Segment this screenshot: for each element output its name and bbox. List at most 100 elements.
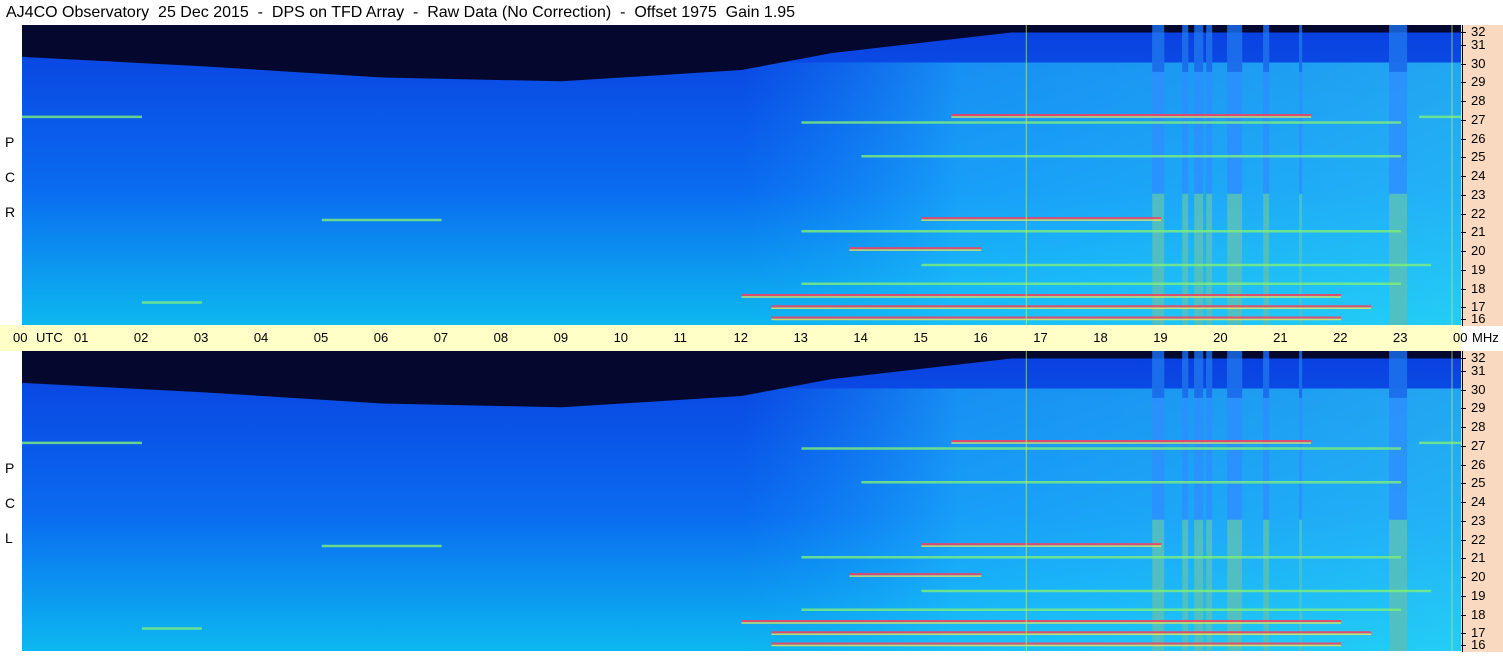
channel-label-char: C xyxy=(5,495,16,511)
frequency-tick-mark xyxy=(1461,633,1466,635)
utc-tick-label: 03 xyxy=(193,330,209,345)
frequency-tick-label: 19 xyxy=(1461,589,1485,602)
bright-column-top xyxy=(1299,25,1303,72)
frequency-tick-mark xyxy=(1461,595,1466,597)
frequency-tick-mark xyxy=(1461,82,1466,84)
utc-tick-label: 19 xyxy=(1153,330,1168,345)
bright-column-top xyxy=(1182,351,1189,398)
frequency-tick-label: 28 xyxy=(1461,420,1485,433)
frequency-tick-label: 23 xyxy=(1461,514,1485,527)
utc-tick-label: 04 xyxy=(253,330,269,345)
utc-tick-label: 07 xyxy=(433,330,449,345)
channel-label-char: P xyxy=(5,460,15,476)
frequency-tick-mark xyxy=(1461,44,1466,46)
frequency-tick-label: 22 xyxy=(1461,533,1485,546)
frequency-tick-mark xyxy=(1461,502,1466,504)
frequency-tick-label: 28 xyxy=(1461,94,1485,107)
utc-tick-label: 14 xyxy=(853,330,868,345)
frequency-tick-mark xyxy=(1461,32,1466,34)
bright-column-top xyxy=(1227,351,1243,398)
utc-tick-label: 17 xyxy=(1033,330,1048,345)
utc-tick-label: 13 xyxy=(793,330,808,345)
bright-column-top xyxy=(1299,351,1303,398)
utc-tick-label: 12 xyxy=(733,330,748,345)
utc-tick-label: 06 xyxy=(373,330,389,345)
frequency-tick-mark xyxy=(1461,558,1466,560)
utc-tick-label: 09 xyxy=(553,330,569,345)
frequency-tick-mark xyxy=(1461,319,1466,321)
frequency-tick-label: 27 xyxy=(1461,113,1485,126)
frequency-tick-label: 20 xyxy=(1461,244,1485,257)
frequency-tick-label: 19 xyxy=(1461,263,1485,276)
frequency-tick-mark xyxy=(1461,138,1466,140)
frequency-tick-label: 18 xyxy=(1461,608,1485,621)
utc-tick-label: 10 xyxy=(613,330,629,345)
frequency-tick-mark xyxy=(1461,539,1466,541)
frequency-tick-mark xyxy=(1461,232,1466,234)
utc-tick-label: 21 xyxy=(1273,330,1288,345)
frequency-tick-mark xyxy=(1461,577,1466,579)
bright-column-top xyxy=(1206,351,1213,398)
utc-tick-label: 15 xyxy=(913,330,928,345)
frequency-tick-mark xyxy=(1461,119,1466,121)
channel-label-char: R xyxy=(5,204,16,220)
frequency-tick-mark xyxy=(1461,445,1466,447)
frequency-tick-label: 30 xyxy=(1461,383,1485,396)
utc-tick-label: 00 xyxy=(1453,330,1468,345)
frequency-tick-mark xyxy=(1461,408,1466,410)
utc-tick-label: 22 xyxy=(1333,330,1348,345)
frequency-tick-mark xyxy=(1461,307,1466,309)
utc-tick-label: 20 xyxy=(1213,330,1228,345)
frequency-tick-mark xyxy=(1461,157,1466,159)
frequency-tick-label: 29 xyxy=(1461,75,1485,88)
frequency-tick-mark xyxy=(1461,645,1466,647)
frequency-tick-label: 16 xyxy=(1461,638,1485,651)
utc-tick-label: 05 xyxy=(313,330,329,345)
frequency-tick-label: 26 xyxy=(1461,458,1485,471)
bright-column-top xyxy=(1389,25,1408,72)
frequency-tick-label: 25 xyxy=(1461,150,1485,163)
frequency-tick-mark xyxy=(1461,358,1466,360)
frequency-tick-mark xyxy=(1461,63,1466,65)
bright-column-lower xyxy=(1389,193,1408,325)
frequency-tick-label: 18 xyxy=(1461,282,1485,295)
frequency-tick-label: 27 xyxy=(1461,439,1485,452)
frequency-tick-label: 24 xyxy=(1461,169,1485,182)
frequency-tick-mark xyxy=(1461,483,1466,485)
bright-column-top xyxy=(1182,25,1189,72)
channel-label-char: C xyxy=(5,169,16,185)
bright-column-top xyxy=(1194,351,1204,398)
frequency-tick-label: 26 xyxy=(1461,132,1485,145)
utc-tick-label: 23 xyxy=(1393,330,1408,345)
frequency-tick-label: 30 xyxy=(1461,57,1485,70)
channel-label-lcp: L C P xyxy=(0,351,22,651)
channel-label-char: L xyxy=(5,530,13,546)
bright-column-lower xyxy=(1389,519,1408,651)
bright-column-top xyxy=(1152,351,1165,398)
frequency-tick-label: 24 xyxy=(1461,495,1485,508)
bright-column-top xyxy=(1152,25,1165,72)
frequency-tick-mark xyxy=(1461,269,1466,271)
channel-label-rcp: R C P xyxy=(0,25,22,325)
activity-region xyxy=(741,388,1461,651)
frequency-tick-label: 23 xyxy=(1461,188,1485,201)
spectrogram-lcp xyxy=(22,351,1461,651)
bright-column-top xyxy=(1206,25,1213,72)
frequency-tick-mark xyxy=(1461,194,1466,196)
frequency-tick-mark xyxy=(1461,213,1466,215)
utc-tick-label: 00 xyxy=(13,330,28,345)
utc-tick-label: 16 xyxy=(973,330,988,345)
frequency-tick-label: 16 xyxy=(1461,312,1485,325)
channel-label-char: P xyxy=(5,134,15,150)
utc-tick-label: 18 xyxy=(1093,330,1108,345)
utc-tick-label: 02 xyxy=(133,330,149,345)
frequency-axis-lcp: 32 31 30 29 28 27 26 25 24 23 22 21 20 19 18 17 16 xyxy=(1461,351,1503,652)
frequency-tick-mark xyxy=(1461,427,1466,429)
frequency-tick-mark xyxy=(1461,520,1466,522)
frequency-tick-mark xyxy=(1461,176,1466,178)
frequency-tick-label: 22 xyxy=(1461,207,1485,220)
spectrogram-svg xyxy=(22,351,1461,651)
frequency-tick-mark xyxy=(1461,464,1466,466)
spectrogram-svg xyxy=(22,25,1461,325)
frequency-tick-label: 31 xyxy=(1461,364,1485,377)
